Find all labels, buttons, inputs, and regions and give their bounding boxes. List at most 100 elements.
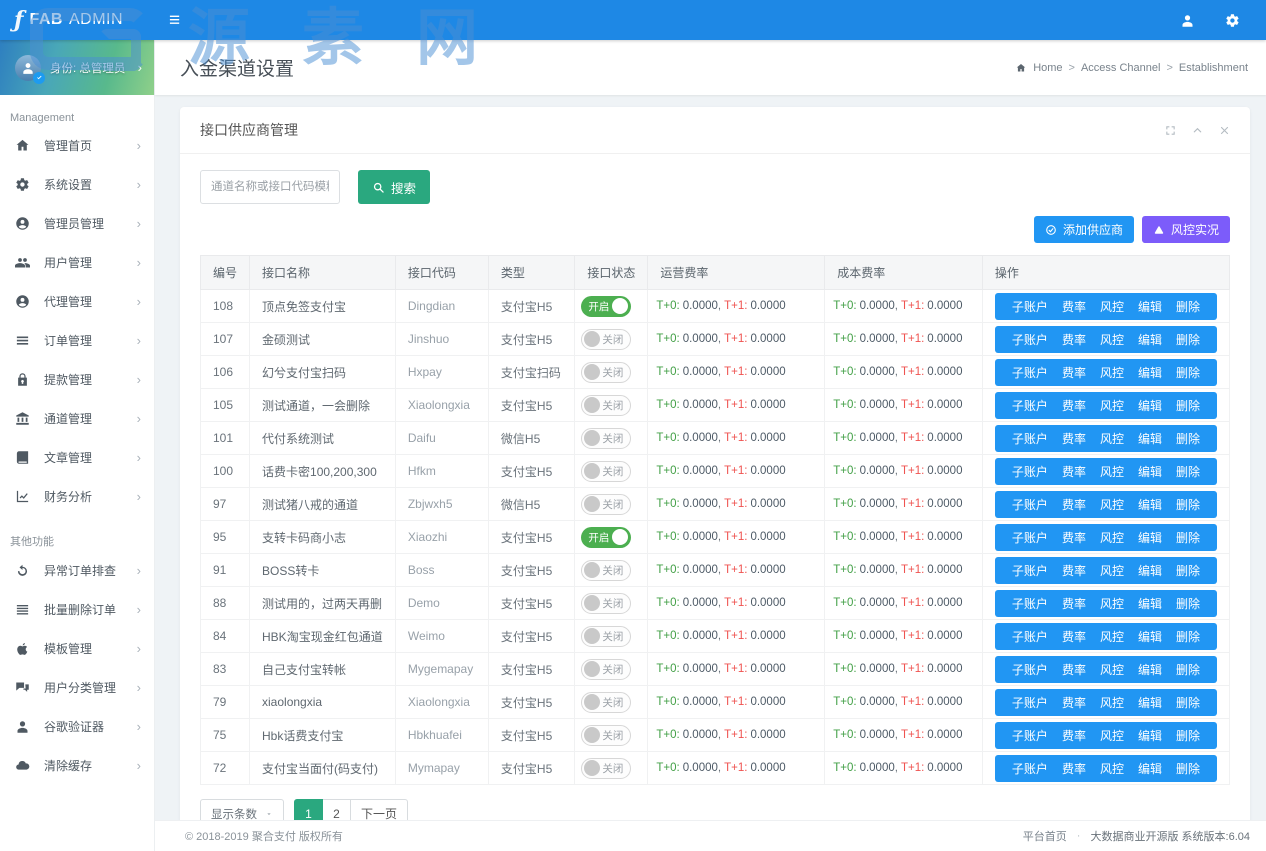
sidebar-item-orders[interactable]: 订单管理 › <box>0 321 154 360</box>
action-delete-button[interactable]: 删除 <box>1169 628 1207 645</box>
breadcrumb-item[interactable]: Home <box>1033 62 1062 74</box>
action-edit-button[interactable]: 编辑 <box>1131 364 1169 381</box>
action-edit-button[interactable]: 编辑 <box>1131 397 1169 414</box>
action-delete-button[interactable]: 删除 <box>1169 694 1207 711</box>
action-sub-account-button[interactable]: 子账户 <box>1005 727 1055 744</box>
action-rate-button[interactable]: 费率 <box>1055 562 1093 579</box>
status-toggle-off[interactable]: 关闭 <box>581 395 631 416</box>
action-risk-button[interactable]: 风控 <box>1093 562 1131 579</box>
status-toggle-off[interactable]: 关闭 <box>581 758 631 779</box>
action-edit-button[interactable]: 编辑 <box>1131 661 1169 678</box>
action-rate-button[interactable]: 费率 <box>1055 331 1093 348</box>
status-toggle-off[interactable]: 关闭 <box>581 725 631 746</box>
action-sub-account-button[interactable]: 子账户 <box>1005 496 1055 513</box>
sidebar-item-bank[interactable]: 通道管理 › <box>0 399 154 438</box>
action-risk-button[interactable]: 风控 <box>1093 529 1131 546</box>
search-button[interactable]: 搜索 <box>358 170 430 204</box>
status-toggle-off[interactable]: 关闭 <box>581 692 631 713</box>
page-button-1[interactable]: 1 <box>294 799 323 820</box>
action-edit-button[interactable]: 编辑 <box>1131 595 1169 612</box>
action-risk-button[interactable]: 风控 <box>1093 397 1131 414</box>
sidebar-toggle-icon[interactable]: ≡ <box>169 11 180 30</box>
action-edit-button[interactable]: 编辑 <box>1131 463 1169 480</box>
action-delete-button[interactable]: 删除 <box>1169 298 1207 315</box>
action-delete-button[interactable]: 删除 <box>1169 397 1207 414</box>
action-risk-button[interactable]: 风控 <box>1093 331 1131 348</box>
sidebar-item-article[interactable]: 文章管理 › <box>0 438 154 477</box>
add-supplier-button[interactable]: 添加供应商 <box>1034 216 1134 243</box>
action-risk-button[interactable]: 风控 <box>1093 760 1131 777</box>
action-risk-button[interactable]: 风控 <box>1093 430 1131 447</box>
action-sub-account-button[interactable]: 子账户 <box>1005 331 1055 348</box>
sidebar-item-google-auth[interactable]: 谷歌验证器 › <box>0 707 154 746</box>
status-toggle-off[interactable]: 关闭 <box>581 626 631 647</box>
profile-panel[interactable]: 身份: 总管理员 › <box>0 40 154 95</box>
status-toggle-off[interactable]: 关闭 <box>581 461 631 482</box>
brand-logo[interactable]: ƒ FAB ADMIN <box>0 7 155 33</box>
action-risk-button[interactable]: 风控 <box>1093 496 1131 513</box>
action-rate-button[interactable]: 费率 <box>1055 727 1093 744</box>
action-sub-account-button[interactable]: 子账户 <box>1005 463 1055 480</box>
action-rate-button[interactable]: 费率 <box>1055 694 1093 711</box>
action-delete-button[interactable]: 删除 <box>1169 529 1207 546</box>
action-edit-button[interactable]: 编辑 <box>1131 430 1169 447</box>
action-rate-button[interactable]: 费率 <box>1055 529 1093 546</box>
sidebar-item-users[interactable]: 用户管理 › <box>0 243 154 282</box>
sidebar-item-user-category[interactable]: 用户分类管理 › <box>0 668 154 707</box>
sidebar-item-agent[interactable]: 代理管理 › <box>0 282 154 321</box>
action-delete-button[interactable]: 删除 <box>1169 331 1207 348</box>
action-rate-button[interactable]: 费率 <box>1055 298 1093 315</box>
action-delete-button[interactable]: 删除 <box>1169 463 1207 480</box>
sidebar-item-template[interactable]: 模板管理 › <box>0 629 154 668</box>
action-delete-button[interactable]: 删除 <box>1169 430 1207 447</box>
action-sub-account-button[interactable]: 子账户 <box>1005 694 1055 711</box>
sidebar-item-gear[interactable]: 系统设置 › <box>0 165 154 204</box>
sidebar-item-clear-cache[interactable]: 清除缓存 › <box>0 746 154 785</box>
action-edit-button[interactable]: 编辑 <box>1131 760 1169 777</box>
status-toggle-on[interactable]: 开启 <box>581 296 631 317</box>
action-risk-button[interactable]: 风控 <box>1093 364 1131 381</box>
action-edit-button[interactable]: 编辑 <box>1131 694 1169 711</box>
next-page-button[interactable]: 下一页 <box>350 799 408 820</box>
sidebar-item-admin[interactable]: 管理员管理 › <box>0 204 154 243</box>
close-icon[interactable] <box>1219 125 1230 136</box>
action-edit-button[interactable]: 编辑 <box>1131 496 1169 513</box>
status-toggle-off[interactable]: 关闭 <box>581 494 631 515</box>
action-rate-button[interactable]: 费率 <box>1055 463 1093 480</box>
action-sub-account-button[interactable]: 子账户 <box>1005 661 1055 678</box>
action-rate-button[interactable]: 费率 <box>1055 397 1093 414</box>
status-toggle-off[interactable]: 关闭 <box>581 593 631 614</box>
action-edit-button[interactable]: 编辑 <box>1131 529 1169 546</box>
action-edit-button[interactable]: 编辑 <box>1131 331 1169 348</box>
action-risk-button[interactable]: 风控 <box>1093 463 1131 480</box>
action-risk-button[interactable]: 风控 <box>1093 727 1131 744</box>
risk-live-button[interactable]: 风控实况 <box>1142 216 1230 243</box>
action-sub-account-button[interactable]: 子账户 <box>1005 628 1055 645</box>
status-toggle-off[interactable]: 关闭 <box>581 362 631 383</box>
action-sub-account-button[interactable]: 子账户 <box>1005 298 1055 315</box>
action-sub-account-button[interactable]: 子账户 <box>1005 529 1055 546</box>
action-sub-account-button[interactable]: 子账户 <box>1005 760 1055 777</box>
page-size-dropdown[interactable]: 显示条数 <box>200 799 284 820</box>
status-toggle-off[interactable]: 关闭 <box>581 659 631 680</box>
action-risk-button[interactable]: 风控 <box>1093 298 1131 315</box>
action-risk-button[interactable]: 风控 <box>1093 595 1131 612</box>
action-risk-button[interactable]: 风控 <box>1093 628 1131 645</box>
action-delete-button[interactable]: 删除 <box>1169 496 1207 513</box>
action-sub-account-button[interactable]: 子账户 <box>1005 397 1055 414</box>
action-rate-button[interactable]: 费率 <box>1055 364 1093 381</box>
action-sub-account-button[interactable]: 子账户 <box>1005 364 1055 381</box>
sidebar-item-batch-delete[interactable]: 批量删除订单 › <box>0 590 154 629</box>
status-toggle-off[interactable]: 关闭 <box>581 560 631 581</box>
sidebar-item-abnormal[interactable]: 异常订单排查 › <box>0 551 154 590</box>
action-delete-button[interactable]: 删除 <box>1169 661 1207 678</box>
action-rate-button[interactable]: 费率 <box>1055 628 1093 645</box>
breadcrumb-item[interactable]: Access Channel <box>1081 62 1161 74</box>
action-rate-button[interactable]: 费率 <box>1055 595 1093 612</box>
action-delete-button[interactable]: 删除 <box>1169 727 1207 744</box>
action-sub-account-button[interactable]: 子账户 <box>1005 595 1055 612</box>
action-sub-account-button[interactable]: 子账户 <box>1005 430 1055 447</box>
action-rate-button[interactable]: 费率 <box>1055 430 1093 447</box>
sidebar-item-withdraw[interactable]: 提款管理 › <box>0 360 154 399</box>
sidebar-item-finance[interactable]: 财务分析 › <box>0 477 154 516</box>
